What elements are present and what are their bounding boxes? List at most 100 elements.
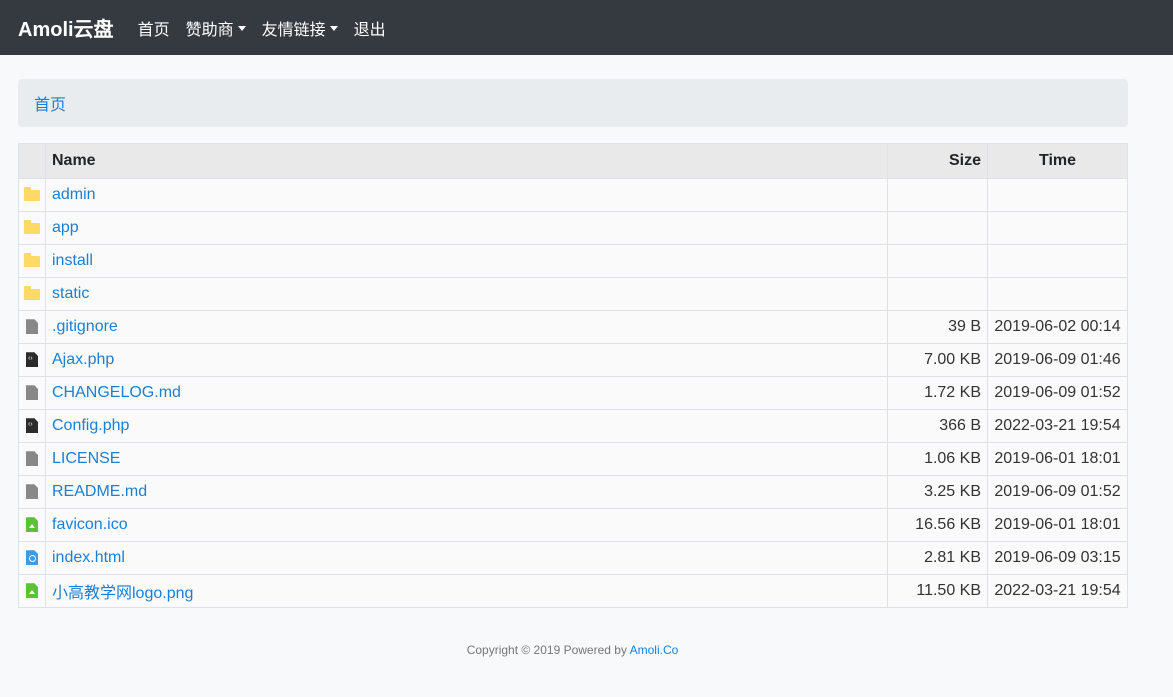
file-size bbox=[887, 277, 988, 311]
header-name[interactable]: Name bbox=[45, 143, 888, 179]
table-row: CHANGELOG.md 1.72 KB 2019-06-09 01:52 bbox=[18, 376, 1128, 410]
file-time: 2022-03-21 19:54 bbox=[987, 409, 1128, 443]
file-icon bbox=[26, 484, 38, 500]
image-file-icon bbox=[26, 583, 38, 599]
file-name-cell: index.html bbox=[45, 541, 888, 575]
file-time bbox=[987, 211, 1128, 245]
file-icon bbox=[26, 385, 38, 401]
file-icon-cell bbox=[18, 574, 46, 608]
file-size: 1.72 KB bbox=[887, 376, 988, 410]
file-time bbox=[987, 244, 1128, 278]
file-name-link[interactable]: admin bbox=[52, 186, 96, 203]
file-size: 7.00 KB bbox=[887, 343, 988, 377]
nav-item-label: 友情链接 bbox=[261, 21, 326, 39]
file-name-link[interactable]: favicon.ico bbox=[52, 516, 128, 533]
file-size: 2.81 KB bbox=[887, 541, 988, 575]
file-name-link[interactable]: .gitignore bbox=[52, 318, 118, 335]
file-time: 2019-06-09 01:52 bbox=[987, 376, 1128, 410]
file-name-cell: 小高教学网logo.png bbox=[45, 574, 888, 608]
file-name-cell: admin bbox=[45, 178, 888, 212]
table-row: README.md 3.25 KB 2019-06-09 01:52 bbox=[18, 475, 1128, 509]
brand-logo[interactable]: Amoli云盘 bbox=[18, 13, 114, 42]
file-name-link[interactable]: Ajax.php bbox=[52, 351, 114, 368]
file-name-cell: .gitignore bbox=[45, 310, 888, 344]
file-name-cell: README.md bbox=[45, 475, 888, 509]
file-time bbox=[987, 178, 1128, 212]
breadcrumb: 首页 bbox=[18, 79, 1128, 127]
caret-down-icon bbox=[237, 26, 246, 31]
breadcrumb-home-link[interactable]: 首页 bbox=[34, 91, 66, 115]
file-name-link[interactable]: CHANGELOG.md bbox=[52, 384, 181, 401]
file-icon-cell bbox=[18, 541, 46, 575]
nav-item-label: 退出 bbox=[353, 21, 386, 39]
file-icon-cell bbox=[18, 244, 46, 278]
file-name-cell: app bbox=[45, 211, 888, 245]
folder-icon bbox=[24, 220, 40, 235]
file-time: 2019-06-01 18:01 bbox=[987, 508, 1128, 542]
file-name-link[interactable]: install bbox=[52, 252, 93, 269]
file-icon-cell bbox=[18, 310, 46, 344]
table-row: app bbox=[18, 211, 1128, 245]
nav-item-label: 赞助商 bbox=[185, 21, 234, 39]
table-row: static bbox=[18, 277, 1128, 311]
file-icon-cell bbox=[18, 211, 46, 245]
file-name-link[interactable]: Config.php bbox=[52, 417, 129, 434]
footer: Copyright © 2019 Powered by Amoli.Co bbox=[0, 643, 1145, 657]
footer-copyright: Copyright © 2019 Powered by bbox=[466, 643, 630, 657]
file-name-cell: install bbox=[45, 244, 888, 278]
file-size bbox=[887, 244, 988, 278]
table-row: 小高教学网logo.png 11.50 KB 2022-03-21 19:54 bbox=[18, 574, 1128, 608]
file-icon-cell bbox=[18, 442, 46, 476]
file-name-link[interactable]: index.html bbox=[52, 549, 125, 566]
file-name-link[interactable]: static bbox=[52, 285, 89, 302]
file-size: 3.25 KB bbox=[887, 475, 988, 509]
header-time[interactable]: Time bbox=[987, 143, 1128, 179]
file-name-cell: Config.php bbox=[45, 409, 888, 443]
file-icon-cell bbox=[18, 343, 46, 377]
table-row: Ajax.php 7.00 KB2019-06-09 01:46 bbox=[18, 343, 1128, 377]
file-time: 2019-06-01 18:01 bbox=[987, 442, 1128, 476]
file-name-cell: static bbox=[45, 277, 888, 311]
nav-item-logout[interactable]: 退出 bbox=[354, 16, 386, 40]
header-size[interactable]: Size bbox=[887, 143, 988, 179]
file-name-cell: Ajax.php bbox=[45, 343, 888, 377]
file-name-link[interactable]: 小高教学网logo.png bbox=[52, 585, 193, 602]
table-row: Config.php 366 B2022-03-21 19:54 bbox=[18, 409, 1128, 443]
file-icon-cell bbox=[18, 508, 46, 542]
nav-item-friend-links[interactable]: 友情链接 bbox=[262, 16, 338, 40]
file-icon bbox=[26, 451, 38, 467]
code-file-icon bbox=[26, 418, 38, 434]
file-name-cell: LICENSE bbox=[45, 442, 888, 476]
file-table: Name Size Time admin app install static .git… bbox=[18, 143, 1128, 608]
folder-icon bbox=[24, 253, 40, 268]
caret-down-icon bbox=[329, 26, 338, 31]
table-header-row: Name Size Time bbox=[18, 143, 1128, 179]
nav-item-label: 首页 bbox=[137, 21, 170, 39]
file-size bbox=[887, 211, 988, 245]
file-icon-cell bbox=[18, 277, 46, 311]
image-file-icon bbox=[26, 517, 38, 533]
file-time: 2019-06-09 01:52 bbox=[987, 475, 1128, 509]
file-icon bbox=[26, 319, 38, 335]
file-time: 2019-06-02 00:14 bbox=[987, 310, 1128, 344]
file-size: 366 B bbox=[887, 409, 988, 443]
file-size: 39 B bbox=[887, 310, 988, 344]
file-name-cell: favicon.ico bbox=[45, 508, 888, 542]
file-time bbox=[987, 277, 1128, 311]
table-row: install bbox=[18, 244, 1128, 278]
html-file-icon bbox=[26, 550, 38, 566]
nav-item-sponsors[interactable]: 赞助商 bbox=[186, 16, 246, 40]
file-icon-cell bbox=[18, 475, 46, 509]
folder-icon bbox=[24, 187, 40, 202]
file-name-link[interactable]: LICENSE bbox=[52, 450, 120, 467]
footer-link[interactable]: Amoli.Co bbox=[630, 643, 679, 657]
file-size: 11.50 KB bbox=[887, 574, 988, 608]
header-icon-column bbox=[18, 143, 46, 179]
file-size: 16.56 KB bbox=[887, 508, 988, 542]
file-icon-cell bbox=[18, 376, 46, 410]
folder-icon bbox=[24, 286, 40, 301]
file-name-link[interactable]: app bbox=[52, 219, 79, 236]
file-name-link[interactable]: README.md bbox=[52, 483, 147, 500]
nav-item-home[interactable]: 首页 bbox=[138, 16, 170, 40]
file-size: 1.06 KB bbox=[887, 442, 988, 476]
